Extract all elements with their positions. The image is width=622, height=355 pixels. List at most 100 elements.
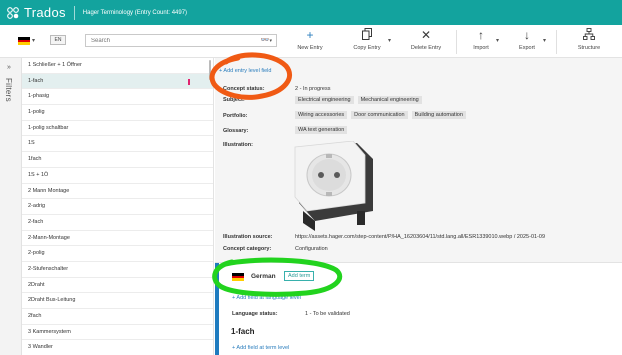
delete-entry-button[interactable]: ✕ Delete Entry	[406, 28, 446, 56]
search-box[interactable]: 👓▾	[85, 34, 277, 47]
toolbar-divider	[456, 30, 457, 54]
term-label: 2 Mann Montage	[28, 187, 70, 194]
term-list-item[interactable]: 1-polig	[22, 105, 213, 121]
term-list-item[interactable]: 2-Mann-Montage	[22, 231, 213, 247]
illustration-source-label: Illustration source:	[223, 234, 273, 240]
term-list-item[interactable]: 1fach	[22, 152, 213, 168]
term-label: 2-Stufenschalter	[28, 265, 69, 272]
structure-button[interactable]: Structure	[572, 28, 606, 56]
illustration-label: Illustration:	[223, 142, 253, 148]
scrollbar[interactable]	[209, 60, 211, 80]
portfolio-label: Portfolio:	[223, 113, 248, 119]
portfolio-chips: Wiring accessories Door communication Bu…	[295, 111, 466, 119]
term-list-item[interactable]: 1 Schließer + 1 Öffner	[22, 58, 213, 74]
glossary-label: Glossary:	[223, 128, 249, 134]
term-list-item[interactable]: 2fach	[22, 309, 213, 325]
subject-chip: Electrical engineering	[295, 96, 354, 104]
language-section-german: German Add term + Add field at language …	[215, 262, 622, 355]
language-status-label: Language status:	[232, 311, 278, 317]
search-input[interactable]	[86, 35, 236, 46]
term-label: 2Draht	[28, 281, 45, 288]
term-list-item[interactable]: 1-fach	[22, 73, 213, 90]
term-label: 2-fach	[28, 218, 44, 225]
term-label: 1-polig	[28, 109, 45, 116]
concept-status-value: 2 - In progress	[295, 86, 331, 92]
new-entry-button[interactable]: + New Entry	[292, 28, 328, 56]
concept-category-value: Configuration	[295, 246, 328, 252]
term-list-item[interactable]: 2Draht	[22, 278, 213, 294]
germany-flag-icon	[232, 273, 244, 281]
term-list-item[interactable]: 1-polig schaltbar	[22, 121, 213, 137]
term-label: 1fach	[28, 156, 42, 163]
copy-entry-dropdown-icon[interactable]: ▾	[388, 37, 391, 44]
portfolio-chip: Door communication	[351, 111, 408, 119]
glossary-chips: WA text generation	[295, 126, 348, 134]
term-list-item[interactable]: 2-adrig	[22, 199, 213, 215]
copy-icon	[349, 28, 385, 42]
arrow-down-icon: ↓	[524, 28, 530, 42]
illustration-image	[293, 140, 379, 231]
term-list-item[interactable]: 3 Kammersystem	[22, 325, 213, 341]
term-label: 1-polig schaltbar	[28, 124, 69, 131]
term-list-item[interactable]: 1-phasig	[22, 89, 213, 106]
app-header: Trados Hager Terminology (Entry Count: 4…	[0, 0, 622, 25]
export-button[interactable]: ↓ Export	[515, 28, 539, 56]
close-icon: ✕	[420, 28, 432, 42]
copy-entry-button[interactable]: Copy Entry	[349, 28, 385, 56]
term-label: 2Draht Bus-Leitung	[28, 297, 76, 304]
export-dropdown-icon[interactable]: ▾	[543, 37, 546, 44]
term-label: 3 Wandler	[28, 344, 53, 351]
term-list-item[interactable]: 2-Stufenschalter	[22, 262, 213, 278]
subject-chips: Electrical engineering Mechanical engine…	[295, 96, 422, 104]
chevron-down-icon[interactable]: ▾	[32, 37, 35, 44]
germany-flag-icon[interactable]	[18, 37, 30, 45]
term-label: 1-phasig	[28, 93, 50, 100]
import-button[interactable]: ↑ Import	[469, 28, 493, 56]
term-list-item[interactable]: 1S + 1Ö	[22, 168, 213, 184]
section-accent-bar	[215, 263, 219, 355]
term-list-item[interactable]: 2 Mann Montage	[22, 184, 213, 200]
term-label: 1-fach	[28, 77, 44, 84]
binoculars-icon[interactable]: 👓▾	[261, 36, 272, 44]
filters-label: Filters	[4, 78, 13, 102]
language-name: German	[251, 273, 276, 280]
subject-label: Subject:	[223, 97, 245, 103]
language-status-value: 1 - To be validated	[305, 311, 350, 317]
status-marker	[188, 78, 190, 85]
term-label: 2fach	[28, 313, 42, 319]
concept-category-label: Concept category:	[223, 246, 272, 252]
term-list-item[interactable]: 2-polig	[22, 246, 213, 262]
concept-status-label: Concept status:	[223, 86, 265, 92]
term-list-item[interactable]: 2-fach	[22, 215, 213, 231]
term-list: 1 Schließer + 1 Öffner 1-fach 1-phasig 1-po…	[22, 58, 214, 355]
double-chevron-right-icon[interactable]: »	[7, 64, 11, 71]
filters-panel-toggle[interactable]: » Filters	[0, 58, 22, 355]
term-list-item[interactable]: 2Draht Bus-Leitung	[22, 293, 213, 309]
portfolio-chip: Building automation	[411, 111, 466, 119]
hierarchy-icon	[572, 28, 606, 42]
term-label: 1 Schließer + 1 Öffner	[28, 62, 82, 68]
subject-chip: Mechanical engineering	[357, 96, 422, 104]
add-language-level-field-link[interactable]: + Add field at language level	[232, 295, 301, 301]
glossary-chip: WA text generation	[295, 126, 348, 134]
app-name: Trados	[24, 5, 66, 20]
import-dropdown-icon[interactable]: ▾	[496, 37, 499, 44]
term-list-item[interactable]: 1S	[22, 136, 213, 153]
portfolio-chip: Wiring accessories	[295, 111, 348, 119]
term-label: 2-polig	[28, 250, 45, 257]
language-code-button[interactable]: EN	[50, 35, 66, 45]
add-term-level-field-link[interactable]: + Add field at term level	[232, 345, 289, 351]
term-label: 1S	[28, 140, 35, 147]
termbase-title: Hager Terminology (Entry Count: 4497)	[82, 9, 188, 16]
toolbar-divider	[556, 30, 557, 54]
illustration-source-value: https://assets.hager.com/step-content/P/…	[295, 234, 546, 240]
trados-logo-icon	[6, 6, 20, 20]
toolbar: ▾ EN 👓▾ + New Entry Copy Entry ▾ ✕ Delet…	[0, 25, 622, 58]
arrow-up-icon: ↑	[478, 28, 484, 42]
add-entry-level-field-link[interactable]: + Add entry level field	[219, 68, 271, 74]
term-heading: 1-fach	[231, 327, 255, 336]
term-list-item[interactable]: 3 Wandler	[22, 340, 213, 355]
term-label: 2-Mann-Montage	[28, 234, 70, 241]
add-term-button[interactable]: Add term	[284, 271, 315, 281]
term-label: 1S + 1Ö	[28, 171, 49, 178]
